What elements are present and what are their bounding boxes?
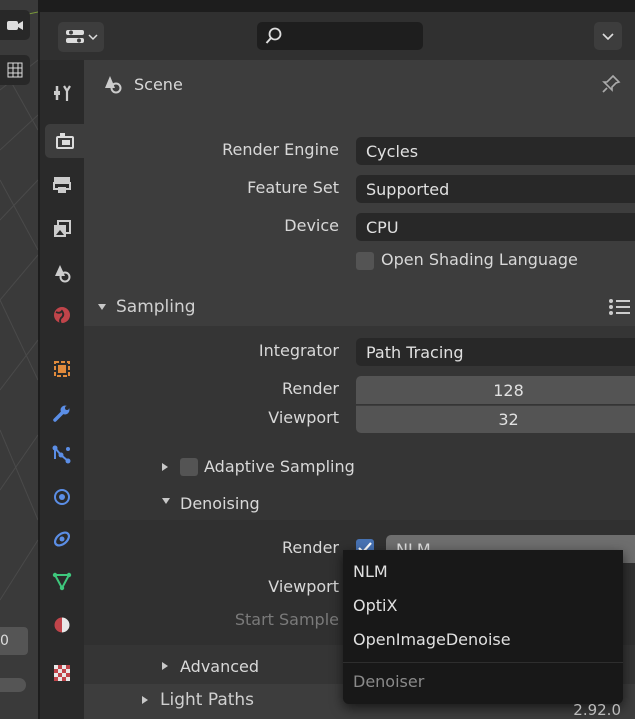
texture-checker-icon: [54, 665, 70, 681]
sampling-title: Sampling: [116, 297, 196, 317]
context-breadcrumb: Scene: [102, 70, 183, 98]
denoise-render-label: Render: [282, 538, 339, 557]
material-sphere-icon: [53, 616, 71, 634]
samples-render-label: Render: [282, 379, 339, 398]
output-printer-icon: [53, 177, 71, 193]
viewport-grid: [0, 11, 38, 601]
tab-output[interactable]: [45, 168, 79, 202]
adaptive-sampling-checkbox[interactable]: [180, 458, 198, 476]
collapse-arrow-icon[interactable]: [162, 662, 168, 670]
viewport-number-field[interactable]: 0: [0, 627, 28, 655]
menu-item-nlm[interactable]: NLM: [353, 562, 388, 581]
sampling-panel-header[interactable]: Sampling: [84, 288, 635, 326]
advanced-title[interactable]: Advanced: [180, 657, 259, 676]
search-icon: [265, 27, 282, 44]
menu-item-optix[interactable]: OptiX: [353, 596, 397, 615]
tab-tool[interactable]: [45, 76, 79, 110]
context-label: Scene: [134, 74, 183, 94]
properties-editor-icon: [66, 30, 84, 43]
start-sample-label: Start Sample: [234, 610, 339, 629]
integrator-label: Integrator: [258, 341, 339, 360]
integrator-value: Path Tracing: [366, 342, 464, 362]
grid-view-icon[interactable]: [0, 55, 30, 85]
collapse-arrow-icon[interactable]: [162, 463, 168, 471]
tab-object[interactable]: [45, 352, 79, 386]
tab-material[interactable]: [45, 608, 79, 642]
menu-title: Denoiser: [353, 672, 425, 691]
object-icon: [54, 361, 70, 377]
tool-icon: [54, 85, 71, 101]
chevron-down-icon: [88, 34, 98, 41]
render-engine-dropdown[interactable]: Cycles: [356, 137, 635, 165]
editor-header: [40, 12, 635, 60]
tab-modifiers[interactable]: [45, 396, 79, 430]
tab-world[interactable]: [45, 298, 79, 332]
tab-scene[interactable]: [45, 256, 79, 290]
mesh-data-icon: [52, 572, 72, 591]
scene-icon: [105, 76, 122, 94]
samples-viewport-field[interactable]: 32: [356, 405, 635, 433]
render-engine-value: Cycles: [366, 141, 419, 161]
denoising-title[interactable]: Denoising: [180, 494, 260, 513]
denoise-viewport-label: Viewport: [268, 577, 339, 596]
menu-separator: [343, 662, 623, 663]
tab-physics[interactable]: [45, 480, 79, 514]
render-engine-label: Render Engine: [222, 140, 339, 159]
samples-render-field[interactable]: 128: [356, 376, 635, 404]
header-options-button[interactable]: [594, 22, 622, 50]
view-layer-icon: [54, 220, 71, 237]
pin-icon[interactable]: [601, 74, 621, 98]
adaptive-sampling-label[interactable]: Adaptive Sampling: [204, 457, 355, 476]
3d-viewport[interactable]: 0: [0, 0, 38, 719]
collapse-arrow-icon: [142, 696, 148, 704]
tab-constraints[interactable]: [45, 522, 79, 556]
tab-view-layer[interactable]: [45, 212, 79, 246]
integrator-dropdown[interactable]: Path Tracing: [356, 338, 635, 366]
search-input[interactable]: [257, 22, 423, 50]
expand-arrow-icon[interactable]: [162, 498, 170, 504]
feature-set-value: Supported: [366, 179, 450, 199]
version-label: 2.92.0: [573, 701, 621, 719]
light-paths-title: Light Paths: [160, 690, 255, 710]
menu-item-openimagedenoise[interactable]: OpenImageDenoise: [353, 630, 511, 649]
render-camera-icon: [55, 133, 74, 149]
feature-set-dropdown[interactable]: Supported: [356, 175, 635, 203]
tab-particles[interactable]: [45, 438, 79, 472]
tab-render[interactable]: [45, 124, 84, 158]
denoiser-menu: NLM OptiX OpenImageDenoise Denoiser: [343, 550, 623, 704]
feature-set-label: Feature Set: [247, 178, 339, 197]
device-label: Device: [284, 216, 339, 235]
device-dropdown[interactable]: CPU: [356, 213, 635, 241]
property-tabs: [40, 60, 84, 719]
scene-icon: [55, 265, 71, 283]
constraints-icon: [53, 531, 71, 547]
osl-label: Open Shading Language: [381, 250, 578, 269]
viewport-toggle[interactable]: [0, 678, 26, 692]
editor-type-button[interactable]: [58, 22, 104, 52]
chevron-down-icon: [602, 33, 614, 40]
tab-object-data[interactable]: [45, 564, 79, 598]
expand-arrow-icon: [98, 304, 106, 310]
camera-view-icon[interactable]: [0, 10, 30, 40]
physics-icon: [54, 489, 70, 505]
tab-texture[interactable]: [45, 656, 79, 690]
list-presets-icon[interactable]: [608, 298, 632, 316]
samples-viewport-label: Viewport: [268, 408, 339, 427]
wrench-icon: [53, 405, 70, 422]
particles-icon: [52, 445, 71, 464]
osl-checkbox[interactable]: [356, 252, 374, 270]
world-globe-icon: [54, 307, 70, 324]
device-value: CPU: [366, 217, 399, 237]
